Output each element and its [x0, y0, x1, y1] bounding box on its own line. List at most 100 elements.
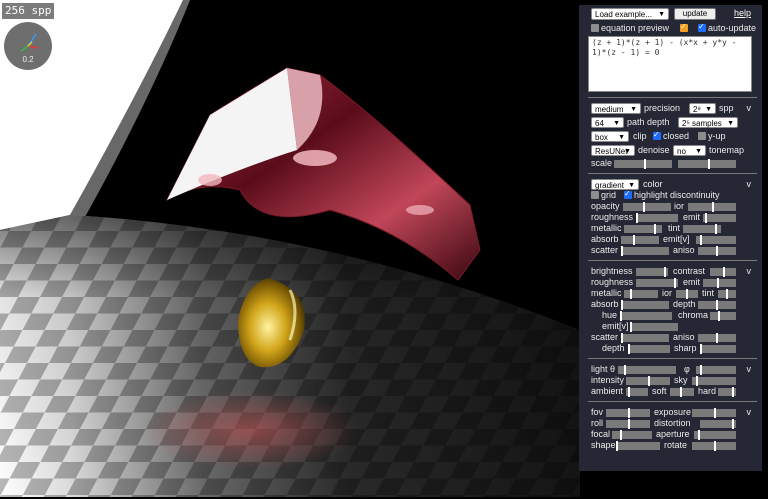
closed-checkbox[interactable] — [653, 130, 661, 140]
sharp-slider[interactable] — [700, 344, 736, 354]
color-section-toggle[interactable]: v — [747, 179, 752, 190]
emit-slider[interactable] — [703, 213, 736, 223]
auto-update-checkbox[interactable] — [698, 22, 706, 32]
roughness-slider[interactable] — [636, 213, 678, 223]
light-section-toggle[interactable]: v — [747, 364, 752, 375]
spp-select[interactable]: 2⁸ ▼ — [689, 103, 716, 114]
contrast-slider[interactable] — [710, 267, 736, 277]
scatter-2-slider[interactable] — [621, 333, 669, 343]
scale-label: scale — [591, 158, 613, 168]
closed-label: closed — [663, 131, 690, 141]
absorb-2-slider[interactable] — [621, 300, 669, 310]
shape-slider[interactable] — [616, 441, 660, 451]
absorb-slider[interactable] — [621, 235, 659, 245]
aperture-label: aperture — [656, 429, 690, 439]
exposure-label: exposure — [654, 407, 692, 417]
focal-slider[interactable] — [612, 430, 652, 440]
metallic-2-slider[interactable] — [624, 289, 658, 299]
metallic-slider[interactable] — [624, 224, 662, 234]
shape-label: shape — [591, 440, 616, 450]
chevron-down-icon: ▼ — [695, 148, 702, 155]
distortion-slider[interactable] — [700, 419, 736, 429]
fov-slider[interactable] — [606, 408, 650, 418]
hard-label: hard — [698, 386, 717, 396]
scale-slider-2[interactable] — [678, 159, 736, 169]
emit-2-slider[interactable] — [703, 278, 736, 288]
opacity-slider[interactable] — [623, 202, 671, 212]
ior-slider[interactable] — [688, 202, 736, 212]
equation-preview-checkbox[interactable] — [591, 24, 599, 32]
aniso-slider[interactable] — [698, 246, 736, 256]
ior-2-slider[interactable] — [676, 289, 698, 299]
sky-slider[interactable] — [692, 376, 736, 386]
camera-section-toggle[interactable]: v — [747, 407, 752, 418]
scatter-slider[interactable] — [621, 246, 669, 256]
emit-v-2-slider[interactable] — [630, 322, 678, 332]
rotate-slider[interactable] — [692, 441, 736, 451]
ior-2-label: ior — [662, 288, 673, 298]
equation-preview-label: equation preview — [601, 23, 670, 33]
aperture-slider[interactable] — [694, 430, 736, 440]
distortion-label: distortion — [654, 418, 691, 428]
ambient-slider[interactable] — [626, 387, 648, 397]
help-link[interactable]: help — [734, 8, 751, 18]
soft-slider[interactable] — [670, 387, 694, 397]
denoise-label: denoise — [638, 145, 670, 155]
light-phi-slider[interactable] — [696, 365, 736, 375]
light-theta-slider[interactable] — [618, 365, 676, 375]
material-section-toggle[interactable]: v — [747, 266, 752, 277]
scale-slider-1[interactable] — [614, 159, 672, 169]
spp-value: 2⁸ — [693, 105, 701, 114]
control-panel: Load example... ▼ update help equation p… — [579, 5, 762, 471]
roll-label: roll — [591, 418, 604, 428]
path-depth-value: 64 — [595, 119, 604, 128]
absorb-label: absorb — [591, 234, 619, 244]
grid-checkbox[interactable] — [591, 191, 599, 199]
intensity-slider[interactable] — [626, 376, 670, 386]
chevron-down-icon: ▼ — [618, 134, 625, 141]
tint-2-slider[interactable] — [718, 289, 736, 299]
color-label: color — [643, 179, 663, 189]
samples-select[interactable]: 2⁵ samples ▼ — [678, 117, 738, 128]
depth-2-slider[interactable] — [628, 344, 670, 354]
tint-slider[interactable] — [683, 224, 721, 234]
hue-slider[interactable] — [620, 311, 672, 321]
render-section-toggle[interactable]: v — [747, 103, 752, 114]
chroma-slider[interactable] — [710, 311, 736, 321]
opacity-label: opacity — [591, 201, 620, 211]
clip-value: box — [595, 133, 608, 142]
aniso-2-slider[interactable] — [698, 333, 736, 343]
exposure-slider[interactable] — [692, 408, 736, 418]
roll-slider[interactable] — [606, 419, 650, 429]
emit-label: emit — [683, 212, 701, 222]
metallic-2-label: metallic — [591, 288, 622, 298]
depth-slider[interactable] — [698, 300, 736, 310]
roughness-label: roughness — [591, 212, 634, 222]
tonemap-select[interactable]: no ▼ — [673, 145, 706, 156]
brightness-slider[interactable] — [636, 267, 668, 277]
highlight-discontinuity-checkbox[interactable] — [624, 189, 632, 199]
tonemap-label: tonemap — [709, 145, 745, 155]
light-theta-label: light θ — [591, 364, 616, 374]
color-mode-select[interactable]: gradient ▼ — [591, 179, 639, 190]
soft-label: soft — [652, 386, 667, 396]
update-button[interactable]: update — [674, 8, 716, 20]
roughness-2-slider[interactable] — [636, 278, 678, 288]
clip-select[interactable]: box ▼ — [591, 131, 629, 142]
y-up-checkbox[interactable] — [698, 132, 706, 140]
load-example-select[interactable]: Load example... ▼ — [591, 8, 669, 20]
denoise-select[interactable]: ResUNet ▼ — [591, 145, 635, 156]
equation-input[interactable] — [588, 36, 752, 92]
light-phi-label: φ — [684, 364, 690, 374]
precision-select[interactable]: medium ▼ — [591, 103, 641, 114]
equation-preview-toggle[interactable] — [680, 22, 688, 32]
tonemap-value: no — [677, 147, 686, 156]
hard-slider[interactable] — [718, 387, 736, 397]
path-depth-select[interactable]: 64 ▼ — [591, 117, 624, 128]
axis-gizmo[interactable]: 0.2 — [4, 22, 52, 70]
y-up-label: y-up — [708, 131, 726, 141]
auto-update-label: auto-update — [708, 23, 757, 33]
emit-v-slider[interactable] — [696, 235, 736, 245]
spp-label: spp — [719, 103, 734, 113]
chevron-down-icon: ▼ — [613, 120, 620, 127]
